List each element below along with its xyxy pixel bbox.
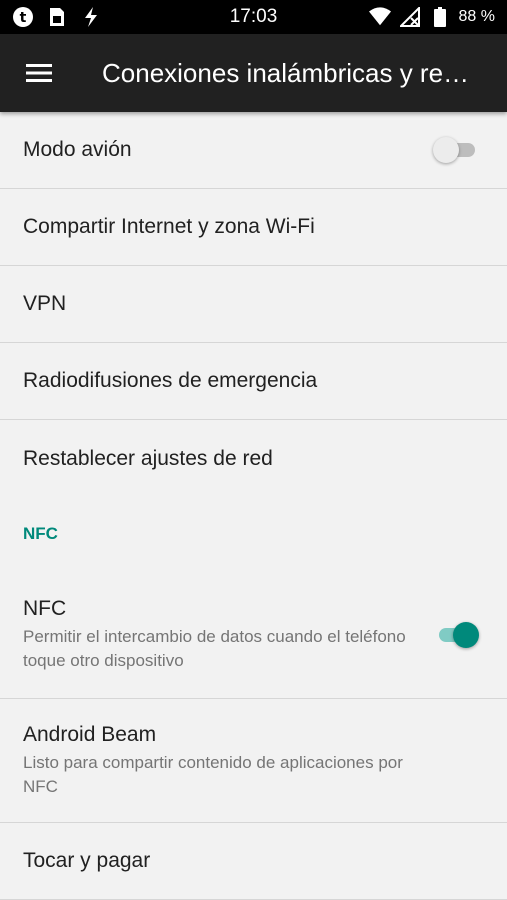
setting-subtitle: Listo para compartir contenido de aplica… <box>23 752 403 796</box>
setting-title: Radiodifusiones de emergencia <box>23 369 318 392</box>
status-bar: t 17:03 88 % <box>0 0 507 34</box>
setting-reset-network[interactable]: Restablecer ajustes de red <box>0 420 507 497</box>
airplane-mode-toggle[interactable] <box>433 136 479 164</box>
setting-title: NFC <box>23 596 67 620</box>
setting-title: Restablecer ajustes de red <box>23 446 273 470</box>
flash-icon <box>80 6 102 28</box>
setting-tap-and-pay[interactable]: Tocar y pagar <box>0 823 507 900</box>
setting-subtitle: Permitir el intercambio de datos cuando … <box>23 626 406 670</box>
setting-vpn[interactable]: VPN <box>0 266 507 343</box>
menu-button[interactable] <box>0 34 78 112</box>
sim-card-icon <box>46 6 68 28</box>
t-notification-icon: t <box>12 6 34 28</box>
toggle-thumb <box>433 137 459 163</box>
toggle-thumb <box>453 621 479 648</box>
battery-percent: 88 % <box>458 8 495 25</box>
section-header-nfc: NFC <box>23 524 58 543</box>
setting-emergency-broadcasts[interactable]: Radiodifusiones de emergencia <box>0 343 507 420</box>
svg-text:t: t <box>20 10 27 26</box>
setting-title: Modo avión <box>23 138 132 161</box>
setting-nfc[interactable]: NFC Permitir el intercambio de datos cua… <box>0 571 507 699</box>
status-bar-right-icons: 88 % <box>368 6 495 28</box>
menu-icon <box>26 64 52 82</box>
setting-title: VPN <box>23 292 67 315</box>
settings-list: Modo avión Compartir Internet y zona Wi-… <box>0 112 507 900</box>
setting-title: Android Beam <box>23 722 157 746</box>
setting-android-beam[interactable]: Android Beam Listo para compartir conten… <box>0 699 507 823</box>
setting-tethering-hotspot[interactable]: Compartir Internet y zona Wi-Fi <box>0 189 507 266</box>
status-bar-left-icons: t <box>12 6 102 28</box>
page-title: Conexiones inalámbricas y re… <box>102 57 470 88</box>
battery-icon <box>429 6 451 28</box>
wifi-icon <box>368 6 391 28</box>
setting-title: Tocar y pagar <box>23 849 151 872</box>
no-signal-icon <box>399 6 421 28</box>
setting-title: Compartir Internet y zona Wi-Fi <box>23 215 315 238</box>
setting-airplane-mode[interactable]: Modo avión <box>0 112 507 189</box>
app-bar: Conexiones inalámbricas y re… <box>0 34 507 112</box>
nfc-toggle[interactable] <box>435 621 479 649</box>
